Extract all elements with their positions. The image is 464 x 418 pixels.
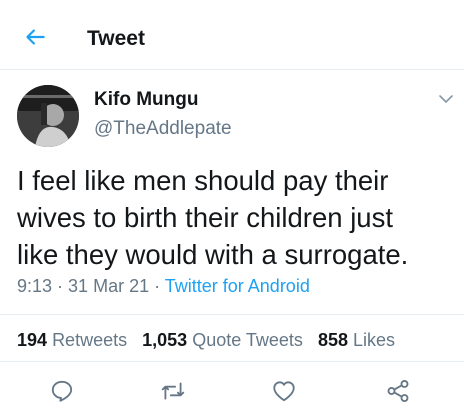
likes-stat[interactable]: 858 Likes <box>318 330 395 350</box>
meta-separator: · <box>149 276 165 296</box>
page-title: Tweet <box>87 27 145 50</box>
tweet-line: wives to birth their children just <box>17 202 393 233</box>
likes-count: 858 <box>317 330 348 350</box>
retweets-count: 194 <box>17 330 48 350</box>
reply-icon[interactable] <box>49 378 75 404</box>
action-bar <box>0 362 464 418</box>
tweet-text: I feel like men should pay their wives t… <box>17 162 447 273</box>
quote-tweets-stat[interactable]: 1,053 Quote Tweets <box>142 330 303 350</box>
quote-tweets-count: 1,053 <box>142 330 188 350</box>
top-bar: Tweet <box>0 0 464 70</box>
retweets-label: Retweets <box>52 330 128 350</box>
like-icon[interactable] <box>271 378 297 404</box>
meta-separator: · <box>52 276 69 296</box>
author-handle[interactable]: @TheAddlepate <box>94 118 232 140</box>
tweet-line: like they would with a surrogate. <box>17 239 409 270</box>
tweet-date: 31 Mar 21 <box>68 276 150 296</box>
author-name[interactable]: Kifo Mungu <box>94 89 198 111</box>
share-icon[interactable] <box>385 378 411 404</box>
back-arrow-icon[interactable] <box>22 24 48 50</box>
quote-tweets-label: Quote Tweets <box>192 330 303 350</box>
retweets-stat[interactable]: 194 Retweets <box>17 330 127 350</box>
tweet-meta: 9:13 · 31 Mar 21 · Twitter for Android <box>17 276 310 297</box>
retweet-icon[interactable] <box>160 378 186 404</box>
tweet-time: 9:13 <box>17 276 53 296</box>
chevron-down-icon[interactable] <box>438 93 454 105</box>
tweet-source-link[interactable]: Twitter for Android <box>165 276 310 296</box>
likes-label: Likes <box>353 330 396 350</box>
engagement-stats: 194 Retweets 1,053 Quote Tweets 858 Like… <box>0 314 464 362</box>
avatar[interactable] <box>17 85 79 147</box>
tweet-line: I feel like men should pay their <box>17 165 389 196</box>
